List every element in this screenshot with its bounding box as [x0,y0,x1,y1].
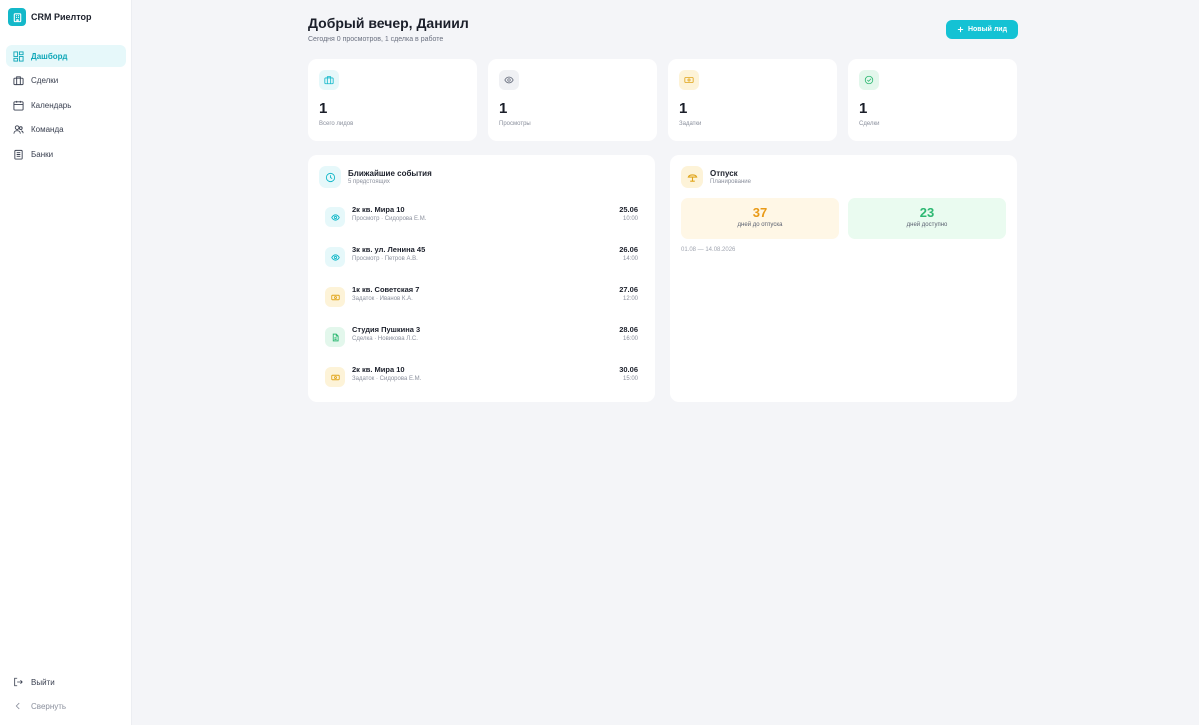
event-item[interactable]: 1к кв. Советская 7 Задаток · Иванов К.А.… [325,285,638,311]
eye-icon [499,70,519,90]
stat-card-deposits[interactable]: 1 Задатки [668,59,837,141]
stat-label: Просмотры [499,121,531,127]
new-lead-button[interactable]: Новый лид [946,20,1018,39]
event-meta: Сделка · Новикова Л.С. [352,336,418,342]
event-title: 3к кв. ул. Ленина 45 [352,245,426,254]
days-until-card: 37 дней до отпуска [681,198,839,239]
logout-label: Выйти [31,677,55,687]
collapse-label: Свернуть [31,701,67,711]
event-item[interactable]: 2к кв. Мира 10 Просмотр · Сидорова Е.М. … [325,205,638,231]
logout-button[interactable]: Выйти [6,671,126,693]
event-item[interactable]: 2к кв. Мира 10 Задаток · Сидорова Е.М. 3… [325,365,638,391]
event-time: 16:00 [622,336,638,342]
event-date: 26.06 [619,245,638,254]
page-title: Добрый вечер, Даниил [308,15,469,31]
vacation-title: Отпуск [710,169,738,178]
sidebar-nav: Дашборд Сделки Календарь Команда Банки [6,45,126,168]
beach-umbrella-icon [681,166,703,188]
event-time: 15:00 [622,376,638,382]
sidebar-bottom: Выйти Свернуть [6,671,126,719]
users-icon [13,125,24,134]
brand[interactable]: CRM Риелтор [8,8,92,26]
stat-label: Всего лидов [319,121,354,127]
event-time: 14:00 [622,256,638,262]
dashboard-icon [13,50,24,62]
cash-icon [325,287,345,307]
bank-icon [14,149,23,160]
cash-icon [325,367,345,387]
days-available-value: 23 [919,205,935,220]
eye-icon [325,247,345,267]
stat-value: 1 [679,100,688,117]
brand-title: CRM Риелтор [31,12,92,22]
days-until-label: дней до отпуска [737,222,783,228]
vacation-header: Отпуск Планирование [681,166,751,188]
event-date: 27.06 [619,285,638,294]
plus-icon [957,26,964,33]
event-item[interactable]: 3к кв. ул. Ленина 45 Просмотр · Петров А… [325,245,638,271]
event-date: 28.06 [619,325,638,334]
stat-card-views[interactable]: 1 Просмотры [488,59,657,141]
events-title: Ближайшие события [348,169,432,178]
new-lead-label: Новый лид [967,26,1008,33]
event-title: 2к кв. Мира 10 [352,205,405,214]
briefcase-icon [13,76,24,86]
events-subtitle: 5 предстоящих [348,179,390,185]
stat-card-deals[interactable]: 1 Сделки [848,59,1017,141]
days-available-card: 23 дней доступно [848,198,1006,239]
event-meta: Просмотр · Петров А.В. [352,256,418,262]
stat-label: Сделки [859,121,880,127]
building-icon [8,8,26,26]
event-meta: Задаток · Сидорова Е.М. [352,376,422,382]
event-date: 25.06 [619,205,638,214]
sidebar-item-banks[interactable]: Банки [6,143,126,165]
days-available-label: дней доступно [906,222,948,228]
event-time: 10:00 [622,216,638,222]
event-title: 1к кв. Советская 7 [352,285,420,294]
sidebar-item-deals[interactable]: Сделки [6,70,126,92]
event-meta: Задаток · Иванов К.А. [352,296,413,302]
event-time: 12:00 [622,296,638,302]
document-icon [325,327,345,347]
upcoming-events-panel: Ближайшие события 5 предстоящих 2к кв. М… [308,155,655,402]
page-subtitle: Сегодня 0 просмотров, 1 сделка в работе [308,36,444,43]
event-title: Студия Пушкина 3 [352,325,421,334]
event-title: 2к кв. Мира 10 [352,365,405,374]
sidebar-item-label: Дашборд [31,51,68,61]
stat-card-leads[interactable]: 1 Всего лидов [308,59,477,141]
sidebar-item-label: Банки [31,149,54,159]
sidebar-item-label: Сделки [31,76,59,85]
vacation-panel: Отпуск Планирование 37 дней до отпуска 2… [670,155,1017,402]
sidebar-item-label: Команда [31,125,64,134]
stat-label: Задатки [679,121,702,127]
calendar-icon [13,100,24,111]
sidebar-item-label: Календарь [31,100,72,110]
briefcase-icon [319,70,339,90]
logout-icon [14,677,23,687]
vacation-subtitle: Планирование [710,179,751,185]
stat-value: 1 [319,100,328,117]
vacation-range: 01.08 — 14.08.2026 [681,247,736,253]
sidebar-item-calendar[interactable]: Календарь [6,94,126,116]
event-date: 30.06 [619,365,638,374]
event-item[interactable]: Студия Пушкина 3 Сделка · Новикова Л.С. … [325,325,638,351]
sidebar-item-dashboard[interactable]: Дашборд [6,45,126,67]
chevron-left-icon [15,702,20,710]
clock-icon [319,166,341,188]
events-header: Ближайшие события 5 предстоящих [319,166,432,188]
event-meta: Просмотр · Сидорова Е.М. [352,216,427,222]
check-circle-icon [859,70,879,90]
sidebar: CRM Риелтор Дашборд Сделки Календарь Ком… [0,0,132,725]
stat-value: 1 [499,100,508,117]
collapse-button[interactable]: Свернуть [6,695,126,717]
stat-value: 1 [859,100,868,117]
cash-icon [679,70,699,90]
sidebar-item-team[interactable]: Команда [6,119,126,141]
eye-icon [325,207,345,227]
days-until-value: 37 [752,205,768,220]
